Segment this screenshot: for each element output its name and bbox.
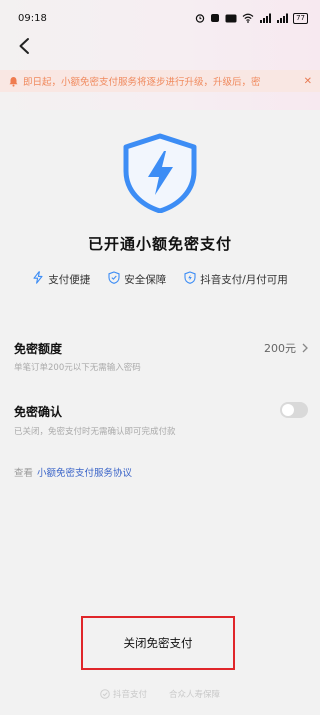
feature-label: 安全保障 (124, 273, 167, 286)
status-icons: 77 (195, 12, 308, 24)
signal-icon-sim2 (276, 13, 289, 23)
nfc-icon (210, 13, 220, 23)
feature-item: 支付便捷 (32, 270, 90, 288)
wifi-icon (242, 13, 254, 23)
footer-right-text: 合众人寿保障 (169, 690, 221, 700)
agreement-line: 查看 小额免密支付服务协议 (14, 465, 132, 479)
feature-item: 安全保障 (108, 270, 166, 288)
limit-title: 免密额度 (14, 342, 63, 356)
feature-list: 支付便捷 安全保障 抖音支付/月付可用 (0, 270, 320, 288)
close-passwordless-button[interactable]: 关闭免密支付 (81, 616, 235, 670)
toggle-knob (282, 404, 294, 416)
limit-value-button[interactable]: 200元 (264, 340, 308, 356)
page-title: 已开通小额免密支付 (87, 235, 232, 253)
hd-icon (225, 14, 237, 23)
battery-indicator: 77 (293, 12, 308, 24)
check-circle-icon (100, 689, 110, 699)
agreement-prefix: 查看 (14, 468, 34, 479)
lightning-icon (32, 271, 44, 287)
confirm-description: 已关闭，免密支付时无需确认即可完成付款 (14, 427, 176, 437)
feature-label: 支付便捷 (48, 273, 91, 286)
footer-item: 抖音支付 (100, 688, 147, 700)
confirm-title: 免密确认 (14, 405, 63, 419)
feature-item: 抖音支付/月付可用 (184, 270, 288, 288)
close-button-label: 关闭免密支付 (123, 636, 193, 650)
confirm-toggle[interactable] (280, 402, 308, 418)
close-icon[interactable]: ✕ (304, 76, 312, 87)
bell-icon (8, 72, 19, 91)
shield-lightning-icon (122, 133, 198, 214)
shield-check-icon (108, 271, 120, 287)
footer-item: 合众人寿保障 (169, 688, 220, 700)
feature-label: 抖音支付/月付可用 (200, 273, 288, 286)
status-bar: 09:18 77 (0, 0, 320, 36)
notice-banner[interactable]: 即日起，小额免密支付服务将逐步进行升级，升级后，密 ✕ (0, 70, 320, 92)
notice-text: 即日起，小额免密支付服务将逐步进行升级，升级后，密 (23, 77, 261, 88)
footer-left-text: 抖音支付 (112, 690, 147, 700)
signal-icon-sim1 (259, 13, 272, 23)
limit-description: 单笔订单200元以下无需输入密码 (14, 363, 141, 373)
shield-lightning-icon (184, 271, 196, 287)
limit-value: 200元 (264, 342, 296, 355)
status-time: 09:18 (18, 12, 47, 24)
agreement-link[interactable]: 小额免密支付服务协议 (37, 468, 132, 479)
chevron-right-icon (302, 343, 308, 353)
footer: 抖音支付 合众人寿保障 (0, 688, 320, 700)
back-arrow-icon (19, 38, 29, 54)
back-button[interactable] (12, 34, 36, 58)
alarm-icon (195, 13, 205, 23)
